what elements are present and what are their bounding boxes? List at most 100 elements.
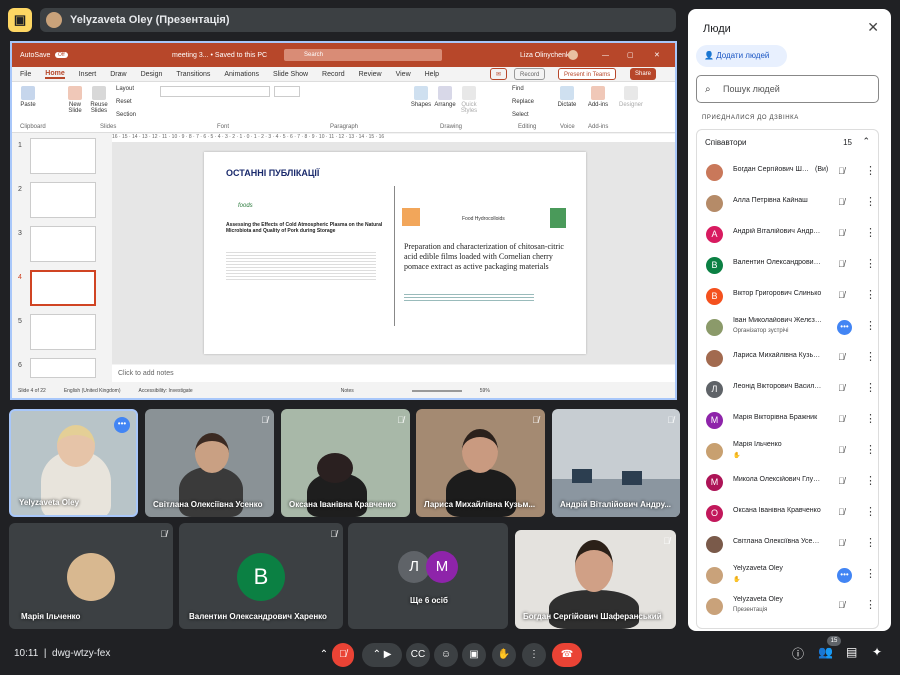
participant-row[interactable]: Лариса Михайлівна Кузьмич 🎙̸ ⋮ (697, 344, 880, 374)
close-icon[interactable]: ✕ (867, 19, 879, 36)
participant-tile[interactable]: 🎙̸ Світлана Олексіївна Усенко (145, 409, 274, 517)
record-button[interactable]: Record (514, 68, 546, 80)
menu-insert[interactable]: Insert (79, 71, 97, 78)
more-vert-icon[interactable]: ⋮ (865, 319, 876, 332)
designer-button[interactable]: Designer (618, 86, 644, 108)
menu-home[interactable]: Home (45, 70, 65, 79)
mic-off-button[interactable]: 🎙̸ (332, 643, 354, 667)
select-button[interactable]: Select (512, 112, 529, 118)
participant-tile[interactable]: 🎙̸ Богдан Сергійович Шаферанський (515, 530, 676, 629)
more-vert-icon[interactable]: ⋮ (865, 164, 876, 177)
more-vert-icon[interactable]: ⋮ (865, 567, 876, 580)
participant-tile[interactable]: 🎙̸ Андрій Віталійович Андру... (552, 409, 680, 517)
activities-icon[interactable]: ✦ (872, 645, 882, 659)
slide-thumbnail[interactable] (30, 182, 96, 218)
participant-row[interactable]: А Андрій Віталійович Андрущенко 🎙̸ ⋮ (697, 220, 880, 250)
more-vert-icon[interactable]: ⋮ (865, 505, 876, 518)
notes-pane[interactable]: Click to add notes (112, 365, 675, 382)
participant-row[interactable]: В Віктор Григорович Слинько 🎙̸ ⋮ (697, 282, 880, 312)
search-people-input[interactable]: ⌕ Пошук людей (696, 75, 879, 103)
add-people-button[interactable]: 👤 Додати людей (696, 45, 787, 67)
camera-button[interactable]: ⌃ ▶ (362, 643, 402, 667)
participant-row[interactable]: Світлана Олексіївна Усенко 🎙̸ ⋮ (697, 530, 880, 560)
slide-thumbnail[interactable] (30, 358, 96, 378)
replace-button[interactable]: Replace (512, 99, 534, 105)
menu-review[interactable]: Review (359, 71, 382, 78)
participant-row[interactable]: Yelyzaveta Oley Презентація 🎙̸ ⋮ (697, 592, 880, 622)
font-family-select[interactable] (160, 86, 270, 97)
maximize-icon[interactable]: ▢ (627, 51, 634, 59)
chat-icon[interactable]: ▤ (846, 645, 857, 659)
more-options-icon[interactable]: ••• (837, 320, 852, 335)
quick-styles-button[interactable]: Quick Styles (458, 86, 480, 114)
more-vert-icon[interactable]: ⋮ (865, 195, 876, 208)
more-vert-icon[interactable]: ⋮ (865, 288, 876, 301)
menu-draw[interactable]: Draw (110, 71, 126, 78)
more-options-icon[interactable]: ••• (837, 568, 852, 583)
people-icon[interactable]: 👥 (818, 645, 833, 659)
present-in-teams-button[interactable]: Present in Teams (558, 68, 617, 80)
mic-options-chevron-icon[interactable]: ⌃ (316, 643, 332, 667)
section-button[interactable]: Section (116, 112, 136, 118)
find-button[interactable]: Find (512, 86, 524, 92)
more-vert-icon[interactable]: ⋮ (865, 474, 876, 487)
layout-button[interactable]: Layout (116, 86, 134, 92)
arrange-button[interactable]: Arrange (434, 86, 456, 108)
autosave-toggle[interactable]: Off (55, 52, 68, 58)
slide-thumbnail[interactable] (30, 314, 96, 350)
reuse-slides-button[interactable]: Reuse Slides (88, 86, 110, 114)
participant-tile[interactable]: 🎙̸ Оксана Іванівна Кравченко (281, 409, 410, 517)
shapes-button[interactable]: Shapes (410, 86, 432, 108)
addins-button[interactable]: Add-ins (586, 86, 610, 108)
participant-tile[interactable]: В 🎙̸ Валентин Олександрович Харенко (179, 523, 343, 629)
participant-row[interactable]: Іван Миколайович Желєзний Організатор зу… (697, 313, 880, 343)
participant-row[interactable]: Марія Ільченко ✋ 🎙̸ ⋮ (697, 437, 880, 467)
more-participants-tile[interactable]: Л М Ще 6 осіб (348, 523, 508, 629)
more-vert-icon[interactable]: ⋮ (865, 226, 876, 239)
menu-record[interactable]: Record (322, 71, 345, 78)
close-icon[interactable]: ✕ (654, 51, 660, 59)
menu-animations[interactable]: Animations (224, 71, 259, 78)
raise-hand-icon[interactable]: ✋ (492, 643, 516, 667)
more-vert-icon[interactable]: ⋮ (865, 536, 876, 549)
participant-row[interactable]: Yelyzaveta Oley ✋ ••• ⋮ (697, 561, 880, 591)
group-label[interactable]: Співавтори (705, 138, 747, 147)
minimize-icon[interactable]: — (602, 52, 609, 59)
participant-row[interactable]: Л Леонід Вікторович Васильєв 🎙̸ ⋮ (697, 375, 880, 405)
slide-thumbnail[interactable] (30, 226, 96, 262)
font-size-select[interactable] (274, 86, 300, 97)
more-vert-icon[interactable]: ⋮ (865, 598, 876, 611)
menu-file[interactable]: File (20, 71, 31, 78)
presenter-chip[interactable]: Yelyzaveta Oley (Презентація) (40, 8, 676, 32)
menu-view[interactable]: View (396, 71, 411, 78)
menu-design[interactable]: Design (141, 71, 163, 78)
leave-call-button[interactable]: ☎ (552, 643, 582, 667)
more-options-icon[interactable]: ⋮ (522, 643, 546, 667)
participant-row[interactable]: Алла Петрівна Кайнаш 🎙̸ ⋮ (697, 189, 880, 219)
participant-row[interactable]: Богдан Сергійович Шаферанський (Ви) 🎙̸ ⋮ (697, 158, 880, 188)
zoom-slider[interactable] (411, 390, 462, 392)
comments-icon[interactable]: ✉ (490, 68, 508, 80)
menu-slideshow[interactable]: Slide Show (273, 71, 308, 78)
emoji-icon[interactable]: ☺ (434, 643, 458, 667)
participant-row[interactable]: О Оксана Іванівна Кравченко 🎙̸ ⋮ (697, 499, 880, 529)
more-vert-icon[interactable]: ⋮ (865, 350, 876, 363)
reset-button[interactable]: Reset (116, 99, 132, 105)
participant-tile[interactable]: 🎙̸ Марія Ільченко (9, 523, 173, 629)
present-screen-icon[interactable]: ▣ (462, 643, 486, 667)
more-options-icon[interactable]: ••• (114, 417, 130, 433)
chevron-up-icon[interactable]: ⌃ (862, 136, 870, 147)
dictate-button[interactable]: Dictate (556, 86, 578, 108)
more-vert-icon[interactable]: ⋮ (865, 443, 876, 456)
captions-icon[interactable]: CC (406, 643, 430, 667)
current-slide[interactable]: ОСТАННІ ПУБЛІКАЦІЇ foods Assessing the E… (204, 152, 586, 354)
participant-row[interactable]: М Марія Вікторівна Бражник 🎙̸ ⋮ (697, 406, 880, 436)
language[interactable]: English (United Kingdom) (64, 388, 121, 394)
slide-thumbnail-selected[interactable] (30, 270, 96, 306)
participant-tile[interactable]: 🎙̸ Лариса Михайлівна Кузьм... (416, 409, 545, 517)
share-button[interactable]: Share (630, 68, 657, 80)
menu-help[interactable]: Help (425, 71, 439, 78)
menu-transitions[interactable]: Transitions (176, 71, 210, 78)
more-vert-icon[interactable]: ⋮ (865, 257, 876, 270)
ppt-search[interactable]: Search (284, 49, 442, 61)
